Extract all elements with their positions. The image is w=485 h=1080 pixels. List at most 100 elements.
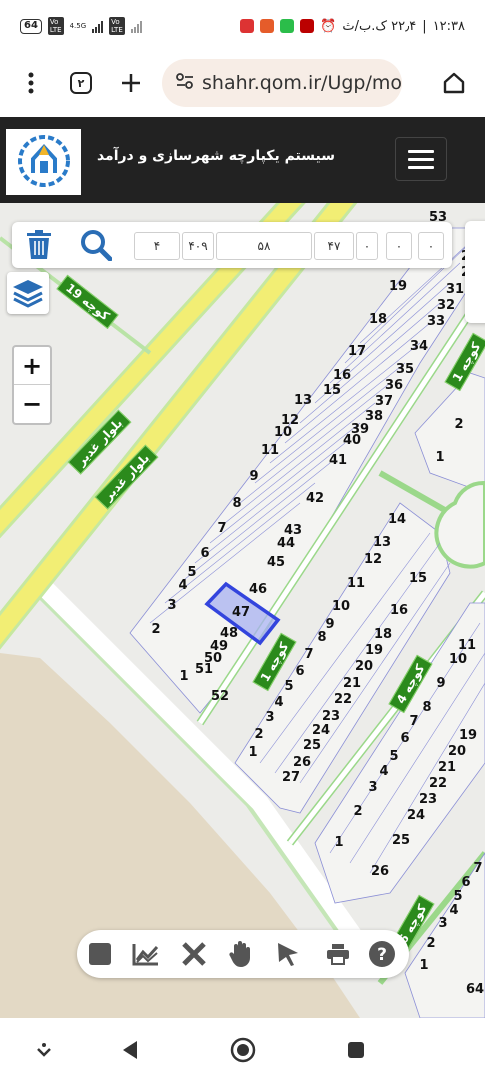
trash-icon[interactable] [22, 228, 56, 262]
parcel-number: 37 [375, 394, 393, 409]
zoom-in-button[interactable]: + [14, 347, 50, 385]
notification-app-icon [280, 19, 295, 33]
field-district[interactable]: ۴ [134, 232, 180, 260]
menu-dots-icon[interactable] [6, 58, 56, 108]
signal-icon-2 [130, 19, 142, 33]
parcel-number: 7 [473, 861, 482, 876]
parcel-number: 2 [426, 936, 435, 951]
parcel-number: 2 [454, 417, 463, 432]
map-canvas[interactable]: 5323221931321833173416351536133738121039… [0, 203, 485, 1018]
field-block[interactable]: ۴۰۹ [182, 232, 214, 260]
parcel-number: 14 [388, 512, 406, 527]
home-button-icon[interactable] [229, 1036, 257, 1064]
map-view[interactable]: 5323221931321833173416351536133738121039… [0, 203, 485, 1018]
parcel-number: 44 [277, 536, 295, 551]
close-icon[interactable] [177, 937, 211, 971]
parcel-number: 8 [232, 496, 241, 511]
parcel-number: 5 [453, 889, 462, 904]
parcel-number: 52 [211, 689, 229, 704]
pointer-icon[interactable] [271, 937, 305, 971]
parcel-number: 34 [410, 339, 428, 354]
parcel-number: 1 [248, 745, 257, 760]
parcel-number: 45 [267, 555, 285, 570]
search-icon[interactable] [79, 228, 113, 262]
app-title: سیستم یکپارچه شهرسازی و درآمد [96, 148, 335, 164]
notification-app-icon [300, 19, 315, 33]
chart-icon[interactable] [129, 937, 163, 971]
parcel-number: 21 [343, 676, 361, 691]
battery-indicator: 64 [20, 18, 42, 34]
parcel-number: 2 [151, 622, 160, 637]
svg-text:?: ? [377, 945, 387, 965]
parcel-number: 23 [322, 709, 340, 724]
field-sub-3[interactable]: ۰ [418, 232, 444, 260]
zoom-out-button[interactable]: − [14, 385, 50, 423]
notification-app-icon [260, 19, 275, 33]
parcel-number: 35 [396, 362, 414, 377]
parcel-number: 4 [274, 695, 283, 710]
parcel-number: 6 [200, 546, 209, 561]
parcel-number: 5 [389, 749, 398, 764]
address-bar[interactable]: shahr.qom.ir/Ugp/mol [162, 59, 402, 107]
parcel-number: 10 [449, 652, 467, 667]
parcel-number: 18 [369, 312, 387, 327]
help-icon[interactable]: ? [365, 937, 399, 971]
data-speed: ۲۲٫۴ ک.ب/ث [342, 18, 417, 34]
side-panel-tab[interactable] [465, 221, 485, 323]
parcel-number: 4 [379, 764, 388, 779]
parcel-number: 4 [449, 903, 458, 918]
browser-toolbar: ۲ shahr.qom.ir/Ugp/mol [0, 52, 485, 114]
clock: ۱۲:۳۸ [432, 18, 465, 34]
tab-switcher-button[interactable]: ۲ [56, 58, 106, 108]
parcel-number: 16 [333, 368, 351, 383]
new-tab-icon[interactable] [106, 58, 156, 108]
parcel-number: 1 [179, 669, 188, 684]
parcel-number: 8 [317, 630, 326, 645]
field-sub-2[interactable]: ۰ [386, 232, 412, 260]
field-parcel[interactable]: ۵۸ [216, 232, 312, 260]
parcel-number: 1 [334, 835, 343, 850]
square-icon[interactable] [83, 937, 117, 971]
tab-count: ۲ [70, 72, 92, 94]
site-settings-icon[interactable] [176, 73, 194, 93]
parcel-number: 51 [195, 662, 213, 677]
drawing-toolbar: ? [77, 930, 409, 978]
parcel-number: 10 [274, 425, 292, 440]
parcel-number: 21 [438, 760, 456, 775]
recents-icon[interactable] [342, 1036, 370, 1064]
parcel-number: 9 [436, 676, 445, 691]
parcel-number: 1 [435, 450, 444, 465]
parcel-number: 3 [368, 780, 377, 795]
parcel-number: 6 [461, 875, 470, 890]
parcel-number: 41 [329, 453, 347, 468]
parcel-number: 33 [427, 314, 445, 329]
home-icon[interactable] [429, 58, 479, 108]
network-type: 4.5G [69, 22, 87, 30]
parcel-number: 3 [438, 916, 447, 931]
field-plot[interactable]: ۴۷ [314, 232, 354, 260]
nav-hide-icon[interactable] [30, 1036, 58, 1064]
parcel-number: 2 [353, 804, 362, 819]
municipality-logo [6, 129, 81, 195]
system-navigation-bar [0, 1018, 485, 1080]
status-separator: | [422, 18, 427, 34]
parcel-number: 17 [348, 344, 366, 359]
print-icon[interactable] [321, 937, 355, 971]
field-sub-1[interactable]: ۰ [356, 232, 378, 260]
parcel-number: 13 [373, 535, 391, 550]
back-icon[interactable] [116, 1036, 144, 1064]
parcel-number: 5 [187, 565, 196, 580]
parcel-number: 20 [355, 659, 373, 674]
parcel-number: 16 [390, 603, 408, 618]
parcel-number: 7 [217, 521, 226, 536]
parcel-number: 19 [389, 279, 407, 294]
parcel-number: 47 [232, 605, 250, 620]
parcel-number: 6 [295, 664, 304, 679]
layers-icon[interactable] [7, 272, 49, 314]
hamburger-menu-icon[interactable] [395, 137, 447, 181]
hand-icon[interactable] [224, 937, 258, 971]
parcel-number: 20 [448, 744, 466, 759]
parcel-number: 3 [167, 598, 176, 613]
parcel-number: 24 [407, 808, 425, 823]
parcel-number: 24 [312, 723, 330, 738]
